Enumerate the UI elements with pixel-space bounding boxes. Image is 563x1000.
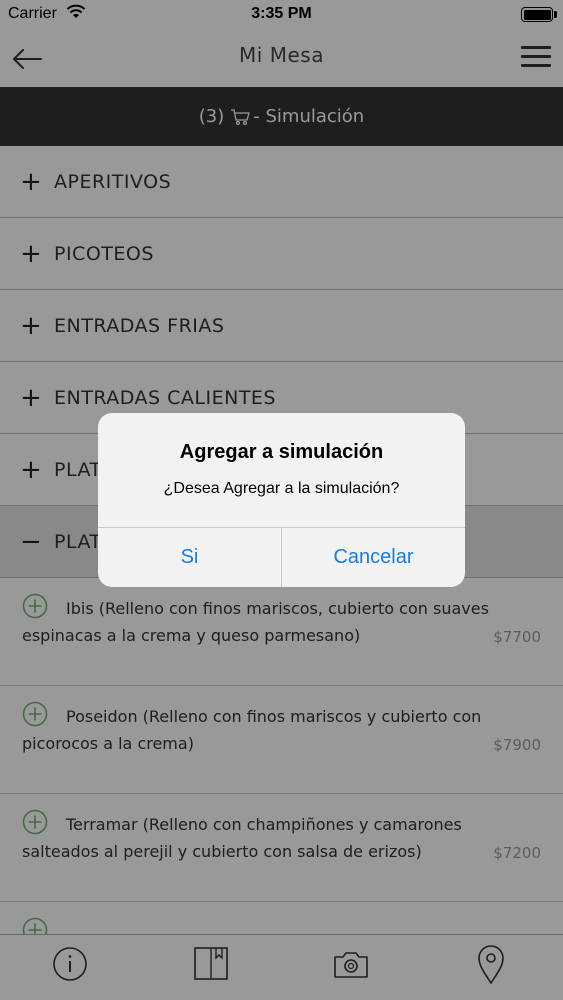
- confirm-button[interactable]: Si: [98, 528, 281, 587]
- alert-dialog: Agregar a simulación ¿Desea Agregar a la…: [98, 413, 465, 587]
- alert-message: ¿Desea Agregar a la simulación?: [163, 480, 400, 497]
- alert-title: Agregar a simulación: [179, 441, 384, 463]
- cancel-button[interactable]: Cancelar: [282, 528, 465, 587]
